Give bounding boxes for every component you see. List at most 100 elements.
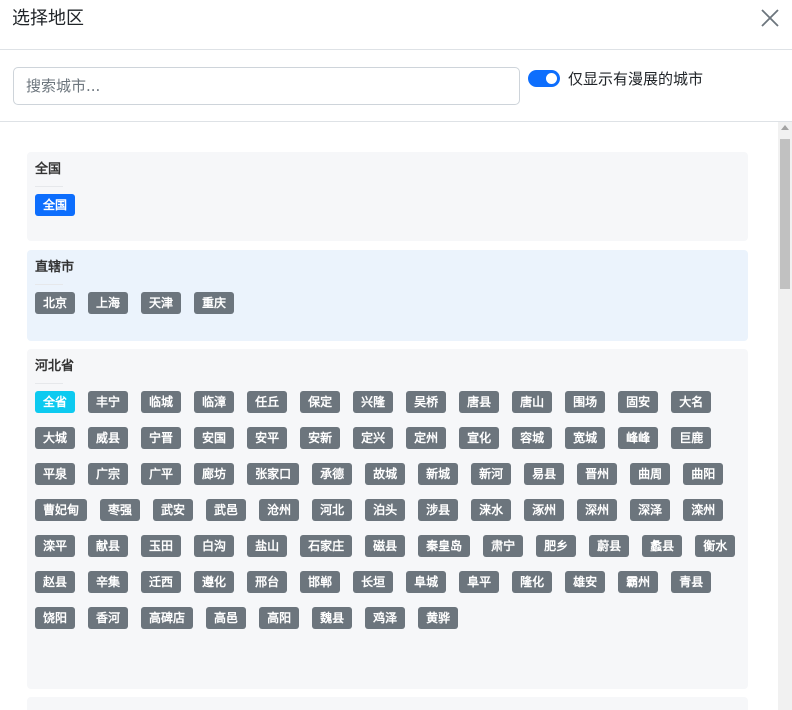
city-chip[interactable]: 曲周 <box>630 463 671 485</box>
city-chip[interactable]: 大城 <box>35 427 76 449</box>
city-chip[interactable]: 鸡泽 <box>365 607 406 629</box>
city-chip[interactable]: 容城 <box>512 427 553 449</box>
city-chip[interactable]: 邯郸 <box>300 571 341 593</box>
city-chip[interactable]: 临城 <box>141 391 182 413</box>
city-chip[interactable]: 邢台 <box>247 571 288 593</box>
city-chip[interactable]: 平泉 <box>35 463 76 485</box>
city-chip[interactable]: 白沟 <box>194 535 235 557</box>
city-chip[interactable]: 大名 <box>671 391 712 413</box>
city-chip[interactable]: 廊坊 <box>194 463 235 485</box>
city-chip[interactable]: 重庆 <box>194 292 235 314</box>
city-chip[interactable]: 涿州 <box>524 499 565 521</box>
city-chip[interactable]: 遵化 <box>194 571 235 593</box>
city-chip[interactable]: 长垣 <box>353 571 394 593</box>
city-chip[interactable]: 武安 <box>153 499 194 521</box>
city-chip[interactable]: 盐山 <box>247 535 288 557</box>
city-chip[interactable]: 故城 <box>365 463 406 485</box>
city-chip[interactable]: 阜平 <box>459 571 500 593</box>
city-chip[interactable]: 肥乡 <box>536 535 577 557</box>
city-chip[interactable]: 吴桥 <box>406 391 447 413</box>
city-chip[interactable]: 围场 <box>565 391 606 413</box>
city-chip[interactable]: 涞水 <box>471 499 512 521</box>
city-chip[interactable]: 曹妃甸 <box>35 499 88 521</box>
city-chip[interactable]: 河北 <box>312 499 353 521</box>
city-chip[interactable]: 唐县 <box>459 391 500 413</box>
city-chip[interactable]: 滦州 <box>683 499 724 521</box>
city-chip[interactable]: 阜城 <box>406 571 447 593</box>
city-chip[interactable]: 献县 <box>88 535 129 557</box>
city-chip[interactable]: 北京 <box>35 292 76 314</box>
city-chip[interactable]: 滦平 <box>35 535 76 557</box>
city-chip[interactable]: 青县 <box>671 571 712 593</box>
city-chip[interactable]: 肃宁 <box>483 535 524 557</box>
city-chip[interactable]: 威县 <box>88 427 129 449</box>
city-chip[interactable]: 晋州 <box>577 463 618 485</box>
city-chip[interactable]: 丰宁 <box>88 391 129 413</box>
city-chip[interactable]: 磁县 <box>365 535 406 557</box>
city-chip[interactable]: 辛集 <box>88 571 129 593</box>
city-chip[interactable]: 宁晋 <box>141 427 182 449</box>
city-chip[interactable]: 天津 <box>141 292 182 314</box>
city-chip[interactable]: 高邑 <box>206 607 247 629</box>
city-chip[interactable]: 安平 <box>247 427 288 449</box>
city-chip[interactable]: 石家庄 <box>300 535 353 557</box>
city-chip[interactable]: 魏县 <box>312 607 353 629</box>
city-chip[interactable]: 沧州 <box>259 499 300 521</box>
city-chip[interactable]: 临漳 <box>194 391 235 413</box>
city-chip[interactable]: 新河 <box>471 463 512 485</box>
scrollbar[interactable] <box>778 122 792 710</box>
chip-list: 全国 <box>35 194 740 216</box>
city-chip[interactable]: 高碑店 <box>141 607 194 629</box>
city-chip[interactable]: 宣化 <box>459 427 500 449</box>
city-chip[interactable]: 衡水 <box>695 535 736 557</box>
city-chip[interactable]: 隆化 <box>512 571 553 593</box>
city-chip[interactable]: 全国 <box>35 194 76 216</box>
city-chip[interactable]: 深泽 <box>630 499 671 521</box>
city-chip[interactable]: 武邑 <box>206 499 247 521</box>
city-chip[interactable]: 定兴 <box>353 427 394 449</box>
city-chip[interactable]: 易县 <box>524 463 565 485</box>
city-chip[interactable]: 玉田 <box>141 535 182 557</box>
city-chip[interactable]: 张家口 <box>247 463 300 485</box>
city-chip[interactable]: 秦皇岛 <box>418 535 471 557</box>
city-chip[interactable]: 饶阳 <box>35 607 76 629</box>
city-chip[interactable]: 固安 <box>618 391 659 413</box>
city-chip[interactable]: 全省 <box>35 391 76 413</box>
city-chip[interactable]: 蔚县 <box>589 535 630 557</box>
toggle-knob <box>546 73 557 84</box>
city-chip[interactable]: 定州 <box>406 427 447 449</box>
city-chip[interactable]: 新城 <box>418 463 459 485</box>
city-chip[interactable]: 雄安 <box>565 571 606 593</box>
city-chip[interactable]: 高阳 <box>259 607 300 629</box>
city-chip[interactable]: 泊头 <box>365 499 406 521</box>
city-chip[interactable]: 黄骅 <box>418 607 459 629</box>
city-chip[interactable]: 赵县 <box>35 571 76 593</box>
city-chip[interactable]: 峰峰 <box>618 427 659 449</box>
city-chip[interactable]: 巨鹿 <box>671 427 712 449</box>
search-input[interactable] <box>13 67 520 105</box>
city-chip[interactable]: 安国 <box>194 427 235 449</box>
city-chip[interactable]: 安新 <box>300 427 341 449</box>
city-chip[interactable]: 宽城 <box>565 427 606 449</box>
show-with-events-toggle[interactable] <box>528 70 560 87</box>
scrollbar-thumb[interactable] <box>780 139 790 289</box>
city-chip[interactable]: 曲阳 <box>683 463 724 485</box>
city-chip[interactable]: 唐山 <box>512 391 553 413</box>
city-chip[interactable]: 枣强 <box>100 499 141 521</box>
city-chip[interactable]: 广宗 <box>88 463 129 485</box>
city-chip[interactable]: 上海 <box>88 292 129 314</box>
city-chip[interactable]: 霸州 <box>618 571 659 593</box>
city-chip[interactable]: 兴隆 <box>353 391 394 413</box>
city-chip[interactable]: 保定 <box>300 391 341 413</box>
city-chip[interactable]: 蠡县 <box>642 535 683 557</box>
city-chip[interactable]: 承德 <box>312 463 353 485</box>
city-chip[interactable]: 深州 <box>577 499 618 521</box>
close-icon[interactable] <box>758 6 782 30</box>
city-chip[interactable]: 香河 <box>88 607 129 629</box>
city-chip[interactable]: 涉县 <box>418 499 459 521</box>
scroll-up-arrow-icon[interactable] <box>781 125 789 130</box>
city-chip[interactable]: 迁西 <box>141 571 182 593</box>
section-nationwide: 全国 全国 <box>27 152 748 241</box>
city-chip[interactable]: 任丘 <box>247 391 288 413</box>
city-chip[interactable]: 广平 <box>141 463 182 485</box>
